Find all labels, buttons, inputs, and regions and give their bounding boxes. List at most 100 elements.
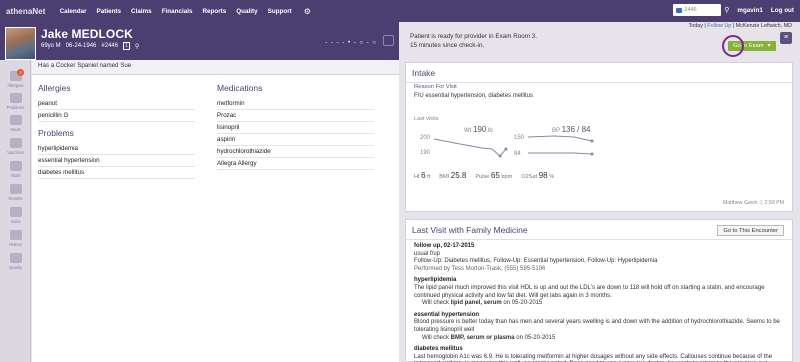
vital-label: BMI: [439, 174, 450, 180]
list-item[interactable]: aspirin: [217, 134, 374, 146]
hypertension-heading: essential hypertension: [414, 311, 480, 318]
sidebar-item-vaccines[interactable]: Vaccines: [0, 138, 31, 155]
vital-unit: %: [549, 174, 555, 180]
patient-note[interactable]: Has a Cocker Spaniel named Sue: [32, 60, 399, 75]
vital-unit: bpm: [501, 174, 513, 180]
patient-search-input[interactable]: 2446: [673, 4, 722, 16]
menu-icon[interactable]: ≡: [780, 32, 792, 44]
chart-summary-panel: Allergies peanut penicillin G Problems h…: [32, 75, 399, 362]
vital-unit: ft: [427, 174, 431, 180]
app-logo[interactable]: athenaNet: [6, 7, 46, 16]
sidebar-item-vitals[interactable]: Vitals: [0, 161, 31, 178]
followup-usual: usual f/up: [414, 250, 441, 257]
sidebar-item-quality[interactable]: Quality: [0, 253, 31, 270]
sidebar-item-allergies[interactable]: 2 Allergies: [0, 69, 31, 88]
sidebar-label: Vitals: [10, 173, 21, 178]
bmi-vital[interactable]: BMI 25.8: [439, 171, 466, 180]
order-text: Will check: [422, 334, 451, 341]
sidebar-item-visits[interactable]: Visits: [0, 207, 31, 224]
patient-header: Jake MEDLOCK 69yo M 06-24-1946 #2446 1 ⚲…: [0, 22, 399, 60]
last-visit-card: Last Visit with Family Medicine Go to Th…: [405, 219, 793, 362]
list-item[interactable]: lisinopril: [217, 122, 374, 134]
o2sat-vital[interactable]: O2Sat 98 %: [521, 171, 554, 180]
medications-heading[interactable]: Medications: [217, 83, 374, 93]
heart-icon: [9, 161, 22, 171]
nav-quality[interactable]: Quality: [236, 8, 257, 15]
patient-card-icon: [676, 7, 683, 13]
list-item[interactable]: penicillin G: [38, 110, 195, 122]
vital-label: Ht: [414, 174, 420, 180]
nav-support[interactable]: Support: [268, 8, 292, 15]
intake-title[interactable]: Intake: [406, 63, 792, 83]
hyperlipidemia-order: Will check lipid panel, serum on 05-20-2…: [414, 300, 784, 308]
pulse-vital[interactable]: Pulse 65 bpm: [475, 171, 512, 180]
encounter-panel: Today | Follow Up | McKenzie Leftwich, M…: [400, 22, 800, 362]
go-to-encounter-button[interactable]: Go to This Encounter: [717, 225, 784, 236]
chevron-down-icon[interactable]: ▾: [768, 41, 771, 51]
status-line-2: 15 minutes since check-in.: [410, 41, 485, 49]
sidebar-label: Vaccines: [7, 150, 24, 155]
today-label: Today: [688, 23, 703, 29]
patient-name: Jake MEDLOCK: [41, 27, 133, 41]
sidebar-label: Results: [8, 196, 23, 201]
nav-claims[interactable]: Claims: [131, 8, 152, 15]
gear-icon[interactable]: ⚙: [304, 7, 311, 16]
follow-up-link[interactable]: Follow Up: [707, 23, 731, 29]
list-item[interactable]: hydrochlorothiazide: [217, 146, 374, 158]
diabetes-note: Last hemoglobin A1c was 6.9. He is toler…: [414, 353, 773, 362]
sidebar-item-history[interactable]: History: [0, 230, 31, 247]
signed-time: 2:59 PM: [764, 200, 784, 206]
user-menu[interactable]: mgavin1: [737, 7, 763, 14]
nav-calendar[interactable]: Calendar: [60, 8, 87, 15]
patient-id: #2446: [101, 43, 119, 49]
height-vital[interactable]: Ht 6 ft: [414, 171, 430, 180]
sidebar-label: History: [8, 242, 23, 247]
patient-box: 1: [123, 42, 130, 50]
search-icon[interactable]: ⚲: [724, 6, 729, 14]
nav-reports[interactable]: Reports: [202, 8, 226, 15]
performed-by: Performed by Tess Morton-Trask, (555) 59…: [414, 265, 546, 272]
allergies-heading[interactable]: Allergies: [38, 83, 195, 93]
list-item[interactable]: hyperlipidemia: [38, 143, 195, 155]
list-item[interactable]: essential hypertension: [38, 155, 195, 167]
list-item[interactable]: Allegra Allergy: [217, 158, 374, 170]
reason-for-visit[interactable]: F/U essential hypertension, diabetes mel…: [414, 93, 533, 99]
check-in-status: Patient is ready for provider in Exam Ro…: [410, 33, 537, 50]
list-item[interactable]: metformin: [217, 98, 374, 110]
sidebar-item-meds[interactable]: Meds: [0, 115, 31, 132]
sidebar-label: Allergies: [7, 83, 24, 88]
list-item[interactable]: diabetes mellitus: [38, 167, 195, 179]
nav-financials[interactable]: Financials: [162, 8, 193, 15]
search-value: 2446: [684, 7, 697, 13]
header-button[interactable]: [383, 35, 394, 46]
vital-value: 98: [538, 171, 548, 180]
patient-age-sex: 69yo M: [41, 43, 61, 49]
workflow-dots[interactable]: - - - - • - ○ - ○: [325, 40, 377, 46]
patient-meta: 69yo M 06-24-1946 #2446 1 ⚲: [41, 42, 139, 50]
vital-value: 25.8: [450, 171, 467, 180]
list-item[interactable]: Prozac: [217, 110, 374, 122]
order-date: on 05-20-2015: [501, 300, 543, 307]
avatar[interactable]: [5, 27, 36, 60]
history-icon: [9, 230, 22, 240]
sidebar-label: Meds: [10, 127, 21, 132]
highlight-circle: [722, 35, 744, 57]
sidebar-item-problems[interactable]: Problems: [0, 93, 31, 110]
search-icon[interactable]: ⚲: [135, 43, 139, 50]
logout-link[interactable]: Log out: [771, 7, 794, 14]
order-test: BMP, serum or plasma: [450, 334, 515, 341]
weight-sparkline: [433, 138, 508, 158]
weight-chart[interactable]: 200 190 Wt 190 lb: [420, 125, 508, 163]
top-nav: athenaNet Calendar Patients Claims Finan…: [0, 0, 800, 22]
problems-heading[interactable]: Problems: [38, 128, 195, 138]
order-text: Will check: [422, 300, 451, 307]
status-line-1: Patient is ready for provider in Exam Ro…: [410, 33, 538, 40]
sidebar-item-results[interactable]: Results: [0, 184, 31, 201]
sidebar-label: Quality: [8, 265, 23, 270]
nav-patients[interactable]: Patients: [97, 8, 122, 15]
results-icon: [9, 184, 22, 194]
hyperlipidemia-heading: hyperlipidemia: [414, 277, 457, 284]
bandage-icon: [9, 93, 22, 103]
list-item[interactable]: peanut: [38, 98, 195, 110]
bp-chart[interactable]: 150 84 BP 136 / 84: [514, 125, 602, 163]
